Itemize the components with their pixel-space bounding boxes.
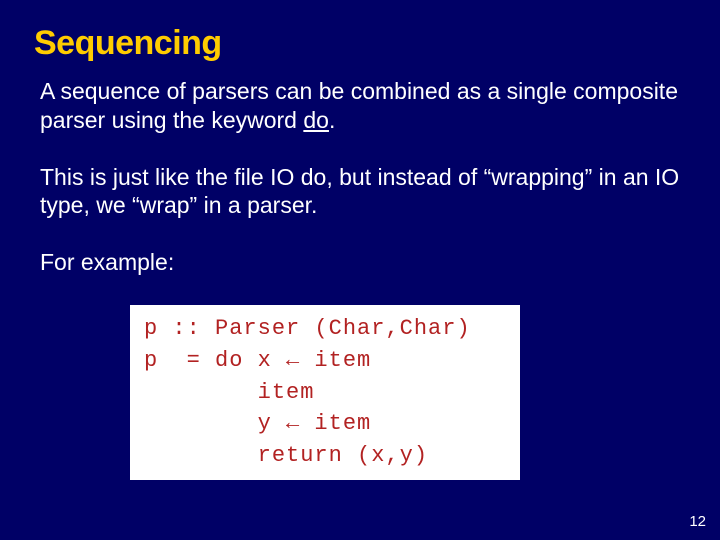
code-line-3: item <box>144 380 314 405</box>
p1-keyword-do: do <box>303 107 329 133</box>
p1-text-b: . <box>329 107 335 133</box>
page-number: 12 <box>689 513 706 530</box>
p1-text-a: A sequence of parsers can be combined as… <box>40 78 678 133</box>
code-line-4: y ← item <box>144 411 371 436</box>
slide-title: Sequencing <box>34 24 680 63</box>
paragraph-1: A sequence of parsers can be combined as… <box>40 77 680 135</box>
paragraph-3: For example: <box>40 248 680 277</box>
code-line-1: p :: Parser (Char,Char) <box>144 316 471 341</box>
paragraph-2: This is just like the file IO do, but in… <box>40 163 680 221</box>
code-line-5: return (x,y) <box>144 443 428 468</box>
code-block: p :: Parser (Char,Char) p = do x ← item … <box>130 305 520 480</box>
code-line-2: p = do x ← item <box>144 348 371 373</box>
slide: Sequencing A sequence of parsers can be … <box>0 0 720 540</box>
